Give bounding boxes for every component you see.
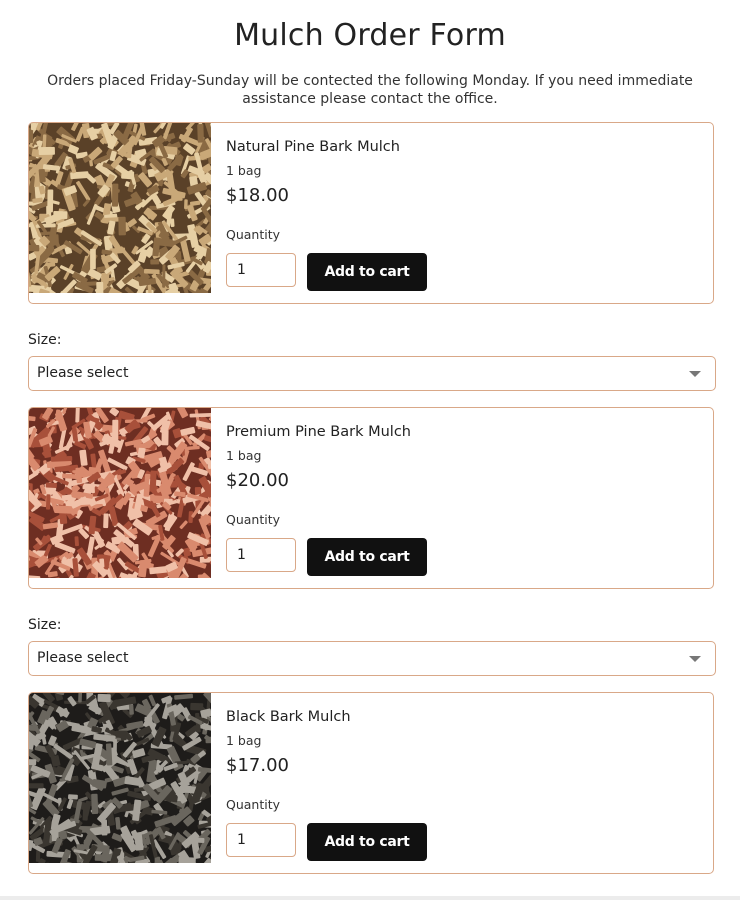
black-bark-mulch-image bbox=[29, 693, 211, 863]
product-unit: 1 bag bbox=[226, 163, 262, 178]
product-card-black-bark: Black Bark Mulch 1 bag $17.00 Quantity A… bbox=[28, 692, 714, 874]
natural-pine-mulch-image bbox=[29, 123, 211, 293]
quantity-label: Quantity bbox=[226, 227, 281, 242]
quantity-input[interactable] bbox=[226, 538, 296, 572]
product-unit: 1 bag bbox=[226, 733, 262, 748]
bottom-divider bbox=[0, 896, 740, 900]
quantity-label: Quantity bbox=[226, 797, 281, 812]
product-price: $18.00 bbox=[226, 185, 289, 206]
size-select-value: Please select bbox=[37, 365, 129, 381]
product-price: $17.00 bbox=[226, 755, 289, 776]
page-title: Mulch Order Form bbox=[234, 18, 506, 53]
order-notice: Orders placed Friday-Sunday will be cont… bbox=[47, 73, 693, 107]
size-select-value: Please select bbox=[37, 650, 129, 666]
product-name: Premium Pine Bark Mulch bbox=[226, 424, 411, 440]
chevron-down-icon bbox=[689, 656, 701, 662]
product-price: $20.00 bbox=[226, 470, 289, 491]
size-select[interactable]: Please select bbox=[28, 356, 716, 391]
product-name: Black Bark Mulch bbox=[226, 709, 351, 725]
size-label: Size: bbox=[28, 617, 62, 633]
quantity-input[interactable] bbox=[226, 253, 296, 287]
product-card-natural-pine: Natural Pine Bark Mulch 1 bag $18.00 Qua… bbox=[28, 122, 714, 304]
add-to-cart-button[interactable]: Add to cart bbox=[307, 823, 427, 861]
product-unit: 1 bag bbox=[226, 448, 262, 463]
quantity-input[interactable] bbox=[226, 823, 296, 857]
add-to-cart-button[interactable]: Add to cart bbox=[307, 538, 427, 576]
add-to-cart-button[interactable]: Add to cart bbox=[307, 253, 427, 291]
size-select[interactable]: Please select bbox=[28, 641, 716, 676]
premium-pine-mulch-image bbox=[29, 408, 211, 578]
product-name: Natural Pine Bark Mulch bbox=[226, 139, 400, 155]
chevron-down-icon bbox=[689, 371, 701, 377]
quantity-label: Quantity bbox=[226, 512, 281, 527]
size-label: Size: bbox=[28, 332, 62, 348]
product-card-premium-pine: Premium Pine Bark Mulch 1 bag $20.00 Qua… bbox=[28, 407, 714, 589]
